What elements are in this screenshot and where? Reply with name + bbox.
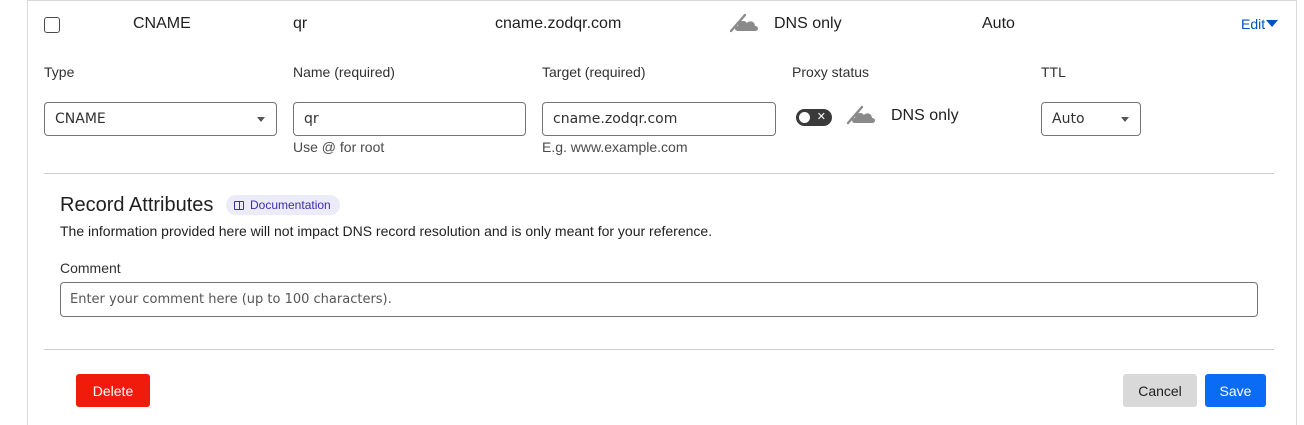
- target-input[interactable]: cname.zodqr.com: [542, 102, 776, 136]
- type-select[interactable]: CNAME: [44, 102, 277, 136]
- dns-record-panel: [27, 0, 1297, 425]
- cloud-dns-only-icon: [729, 13, 758, 33]
- chevron-down-icon: [1121, 117, 1129, 122]
- record-attributes-title: Record Attributes: [60, 194, 214, 216]
- type-label: Type: [44, 64, 75, 80]
- save-button[interactable]: Save: [1205, 374, 1266, 407]
- book-icon: [234, 200, 244, 210]
- row-select-checkbox[interactable]: [44, 17, 60, 33]
- caret-down-icon: [1266, 20, 1279, 27]
- ttl-label: TTL: [1041, 64, 1066, 80]
- section-divider: [44, 173, 1274, 174]
- ttl-select-value: Auto: [1052, 111, 1085, 127]
- comment-field[interactable]: [60, 282, 1258, 317]
- target-label: Target (required): [542, 64, 646, 80]
- name-label: Name (required): [293, 64, 395, 80]
- proxy-status-value: DNS only: [891, 107, 959, 124]
- ttl-select[interactable]: Auto: [1041, 102, 1141, 136]
- name-input[interactable]: qr: [293, 102, 526, 136]
- delete-button[interactable]: Delete: [76, 374, 150, 407]
- cloud-dns-only-icon: [846, 105, 875, 125]
- edit-label: Edit: [1241, 16, 1266, 32]
- comment-input[interactable]: [70, 292, 1248, 307]
- documentation-label: Documentation: [250, 198, 331, 212]
- edit-toggle-link[interactable]: Edit: [1241, 16, 1279, 32]
- row-target: cname.zodqr.com: [495, 15, 622, 32]
- close-icon: ✕: [816, 111, 826, 123]
- name-hint: Use @ for root: [293, 139, 385, 155]
- row-type: CNAME: [133, 15, 191, 32]
- row-ttl: Auto: [982, 15, 1015, 32]
- target-hint: E.g. www.example.com: [542, 139, 688, 155]
- toggle-knob: [799, 112, 810, 123]
- documentation-link[interactable]: Documentation: [226, 195, 340, 215]
- row-proxy-status: DNS only: [774, 15, 842, 32]
- type-select-value: CNAME: [55, 111, 106, 127]
- name-input-value: qr: [304, 111, 319, 127]
- row-name: qr: [293, 15, 308, 32]
- proxy-status-label: Proxy status: [792, 64, 870, 80]
- target-input-value: cname.zodqr.com: [553, 111, 678, 127]
- record-attributes-description: The information provided here will not i…: [60, 223, 713, 239]
- proxy-toggle[interactable]: ✕: [796, 109, 832, 126]
- comment-label: Comment: [60, 260, 121, 276]
- actions-divider: [44, 349, 1274, 350]
- chevron-down-icon: [257, 117, 265, 122]
- cancel-button[interactable]: Cancel: [1123, 374, 1197, 407]
